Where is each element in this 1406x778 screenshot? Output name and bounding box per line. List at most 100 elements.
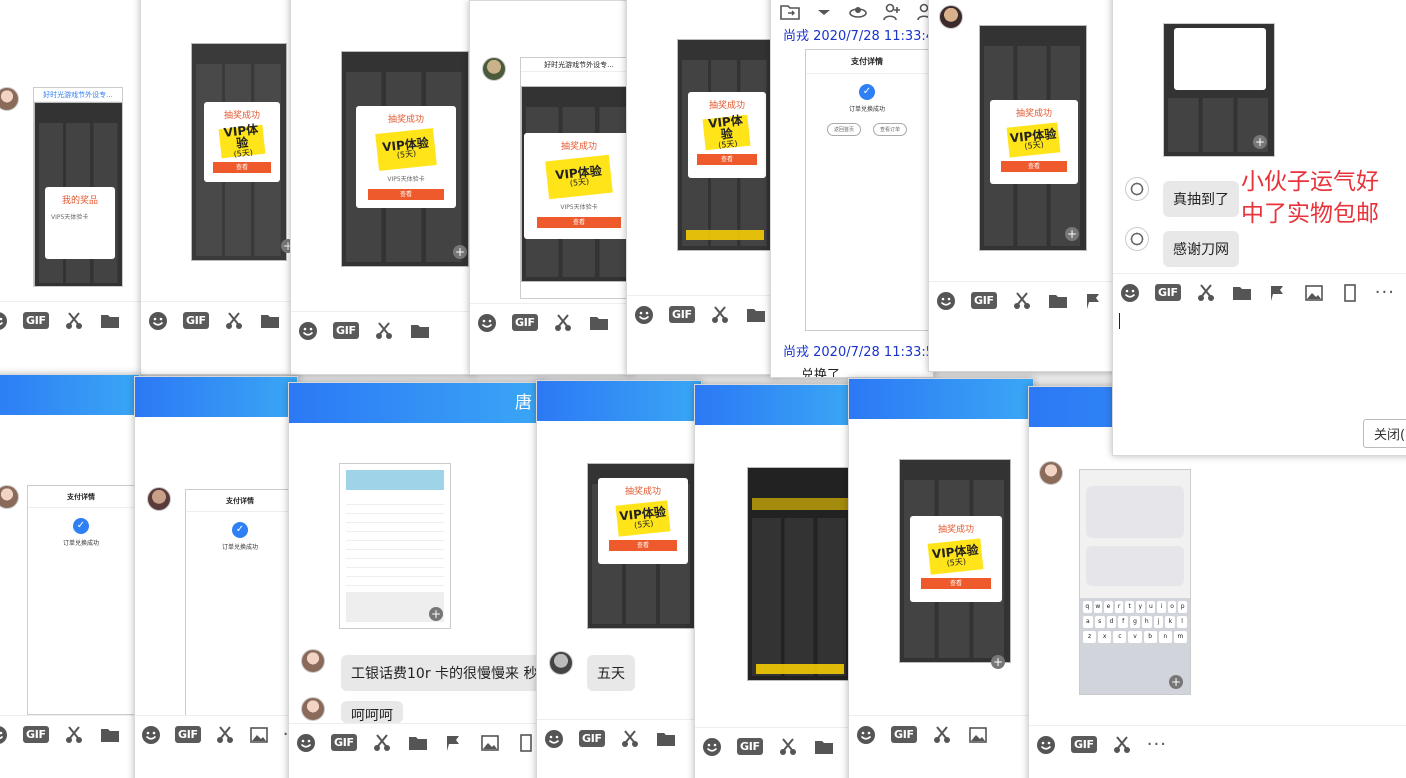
folder-share-icon[interactable] (779, 1, 801, 23)
folder-icon[interactable] (1047, 290, 1069, 312)
screenshot-icon[interactable] (515, 732, 537, 754)
emoji-icon[interactable] (295, 732, 317, 754)
game-page-shot[interactable]: 抽奖成功 VIP体验 (5天) 查看 (677, 39, 773, 251)
flag-icon[interactable] (443, 732, 465, 754)
scissors-icon[interactable] (931, 724, 953, 746)
gif-icon[interactable]: GIF (579, 730, 605, 747)
more-icon[interactable]: ··· (1375, 283, 1395, 302)
gif-icon[interactable]: GIF (333, 322, 359, 339)
scissors-icon[interactable] (777, 736, 799, 758)
gif-icon[interactable]: GIF (183, 312, 209, 329)
game-page-shot[interactable]: 抽奖成功 VIP体验 (5天) 查看 (191, 43, 287, 261)
emoji-icon[interactable] (543, 728, 565, 750)
contact-avatar (1039, 461, 1063, 485)
scissors-icon[interactable] (63, 310, 85, 332)
emoji-icon[interactable] (1119, 282, 1141, 304)
vip-card-image: VIP体验 (5天) (218, 122, 266, 159)
gif-icon[interactable]: GIF (175, 726, 201, 743)
image-icon[interactable] (479, 732, 501, 754)
screenshot-icon[interactable] (1339, 282, 1361, 304)
more-icon[interactable]: ··· (1147, 735, 1167, 754)
scissors-icon[interactable] (1111, 734, 1133, 756)
gif-icon[interactable]: GIF (23, 726, 49, 743)
gif-icon[interactable]: GIF (1155, 284, 1181, 301)
gif-icon[interactable]: GIF (891, 726, 917, 743)
emoji-icon[interactable] (633, 304, 655, 326)
emoji-icon[interactable] (935, 290, 957, 312)
scissors-icon[interactable] (63, 724, 85, 746)
screenshot-thumbnail[interactable]: 支付详情 ✓ 订单兑换成功 (27, 485, 135, 715)
emoji-icon[interactable] (701, 736, 723, 758)
emoji-icon[interactable] (147, 310, 169, 332)
emoji-icon[interactable] (297, 320, 319, 342)
game-page-shot[interactable]: 抽奖成功 VIP体验 (5天) 查看 (979, 25, 1087, 251)
emoji-icon[interactable] (141, 724, 161, 746)
sms-screenshot[interactable]: qwertyuiop asdfghjkl zxcvbnm (1079, 469, 1191, 695)
screenshot-thumbnail[interactable]: 好时光游戏节外设专... 抽奖成功 VIP体验 (5天) VIP5天体验卡 查看 (520, 57, 632, 299)
folder-icon[interactable] (259, 310, 281, 332)
vip-card-image: VIP体验 (5天) (927, 538, 985, 575)
gif-icon[interactable]: GIF (737, 738, 763, 755)
scissors-icon[interactable] (1011, 290, 1033, 312)
flag-icon[interactable] (1267, 282, 1289, 304)
chat-toolbar: GIF (849, 715, 1033, 753)
screenshot-thumbnail[interactable] (339, 463, 451, 629)
scissors-icon[interactable] (373, 320, 395, 342)
image-icon[interactable] (967, 724, 989, 746)
zoom-icon[interactable]: + (429, 607, 443, 621)
scissors-icon[interactable] (1195, 282, 1217, 304)
screenshot-thumbnail[interactable]: 好时光游戏节外设专... 我的奖品 VIP5天体验卡 (33, 87, 123, 287)
emoji-icon[interactable] (855, 724, 877, 746)
chat-toolbar: GIF (0, 715, 139, 753)
game-page-shot[interactable]: 抽奖成功 VIP体验 (5天) 查看 (587, 463, 697, 629)
folder-icon[interactable] (99, 724, 121, 746)
screenshot-thumbnail[interactable]: 支付详情 ✓ 订单兑换成功 返回首页 查看订单 (805, 49, 929, 331)
scissors-icon[interactable] (619, 728, 641, 750)
image-icon[interactable] (1303, 282, 1325, 304)
scissors-icon[interactable] (223, 310, 245, 332)
zoom-icon[interactable]: + (1253, 135, 1267, 149)
folder-icon[interactable] (407, 732, 429, 754)
vip-card-image: VIP体验 (5天) (545, 154, 613, 200)
chat-window-9: 支付详情 ✓ 订单兑换成功 GIF ··· (134, 376, 298, 778)
gif-icon[interactable]: GIF (669, 306, 695, 323)
emoji-icon[interactable] (1035, 734, 1057, 756)
scissors-icon[interactable] (709, 304, 731, 326)
phone-header: 支付详情 (806, 50, 928, 74)
game-page-shot[interactable]: 抽奖成功 VIP体验 (5天) 查看 (899, 459, 1011, 663)
message-bubble: 真抽到了 (1163, 181, 1239, 217)
zoom-icon[interactable]: + (1169, 675, 1183, 689)
image-icon[interactable] (249, 724, 269, 746)
gif-icon[interactable]: GIF (23, 312, 49, 329)
zoom-icon[interactable]: + (1065, 227, 1079, 241)
folder-icon[interactable] (409, 320, 431, 342)
add-user-icon[interactable] (881, 1, 903, 23)
gif-icon[interactable]: GIF (971, 292, 997, 309)
chevron-down-icon[interactable] (813, 1, 835, 23)
scissors-icon[interactable] (552, 312, 574, 334)
screenshot-thumbnail[interactable]: 支付详情 ✓ 订单兑换成功 (185, 489, 295, 717)
gif-icon[interactable]: GIF (331, 734, 357, 751)
emoji-icon[interactable] (476, 312, 498, 334)
game-page-shot[interactable] (747, 467, 853, 681)
close-button[interactable]: 关闭( (1363, 419, 1406, 448)
folder-icon[interactable] (655, 728, 677, 750)
zoom-icon[interactable]: + (991, 655, 1005, 669)
folder-icon[interactable] (588, 312, 610, 334)
gif-icon[interactable]: GIF (1071, 736, 1097, 753)
flag-icon[interactable] (1083, 290, 1105, 312)
scissors-icon[interactable] (215, 724, 235, 746)
scissors-icon[interactable] (371, 732, 393, 754)
folder-icon[interactable] (745, 304, 767, 326)
emoji-icon[interactable] (0, 724, 9, 746)
message-meta: 尚戎 2020/7/28 11:33:48 (783, 29, 934, 44)
emoji-icon[interactable] (0, 310, 9, 332)
folder-icon[interactable] (1231, 282, 1253, 304)
folder-icon[interactable] (99, 310, 121, 332)
popup-desc: VIP5天体验卡 (387, 175, 425, 183)
zoom-icon[interactable]: + (453, 245, 467, 259)
game-page-shot[interactable]: 抽奖成功 VIP体验 (5天) VIP5天体验卡 查看 (341, 51, 469, 267)
folder-icon[interactable] (813, 736, 835, 758)
gif-icon[interactable]: GIF (512, 314, 538, 331)
broadcast-icon[interactable] (847, 1, 869, 23)
